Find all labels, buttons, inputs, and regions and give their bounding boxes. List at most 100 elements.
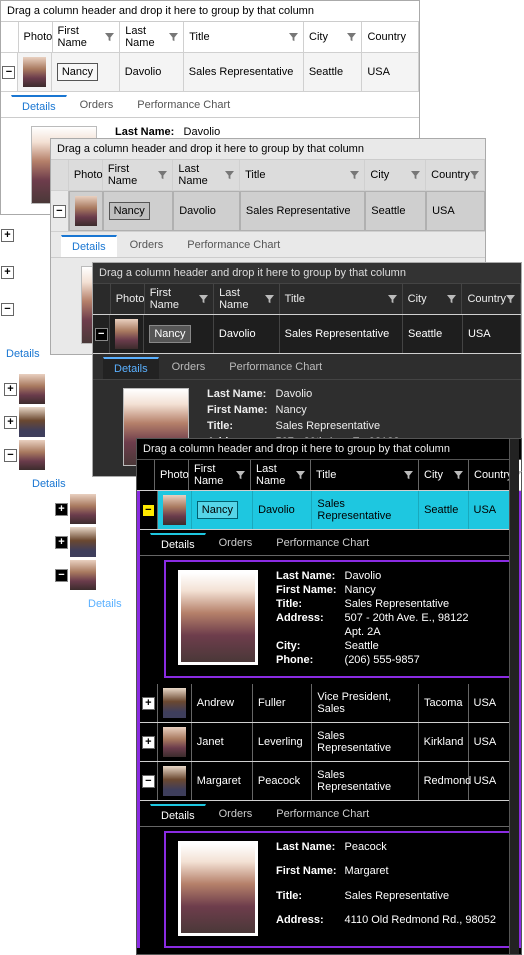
col-photo[interactable]: Photo <box>69 160 103 190</box>
col-photo[interactable]: Photo <box>111 284 145 314</box>
column-headers: Photo First Name Last Name Title City Co… <box>137 460 521 491</box>
filter-icon[interactable] <box>447 295 456 304</box>
expand-toggle[interactable]: + <box>1 266 14 279</box>
table-row[interactable]: − Nancy Davolio Sales Representative Sea… <box>140 491 518 530</box>
col-country[interactable]: Country <box>362 22 419 52</box>
table-row[interactable]: − Nancy Davolio Sales Representative Sea… <box>1 53 419 92</box>
col-first-name[interactable]: First Name <box>145 284 214 314</box>
tab-details[interactable]: Details <box>0 344 46 364</box>
filter-icon[interactable] <box>105 33 114 42</box>
cell-last-name: Peacock <box>253 762 312 800</box>
filter-icon[interactable] <box>411 171 420 180</box>
tab-details[interactable]: Details <box>150 533 206 555</box>
col-last-name[interactable]: Last Name <box>251 460 311 490</box>
expand-toggle[interactable]: − <box>140 762 158 800</box>
table-row[interactable]: + Andrew Fuller Vice President, Sales Ta… <box>140 684 518 723</box>
expand-toggle[interactable]: − <box>93 315 110 353</box>
expand-toggle[interactable]: − <box>140 491 158 529</box>
table-row[interactable]: − Nancy Davolio Sales Representative Sea… <box>93 315 521 354</box>
label-first-name: First Name: <box>207 404 268 418</box>
col-first-name[interactable]: First Name <box>53 22 121 52</box>
cell-first-name[interactable]: Nancy <box>103 191 174 231</box>
group-hint[interactable]: Drag a column header and drop it here to… <box>1 1 419 22</box>
expand-toggle[interactable]: + <box>1 229 14 242</box>
tab-performance-chart[interactable]: Performance Chart <box>265 533 380 555</box>
tab-details[interactable]: Details <box>61 235 117 257</box>
expand-toggle[interactable]: + <box>140 723 158 761</box>
tab-details[interactable]: Details <box>32 478 66 490</box>
cell-title: Sales Representative <box>312 762 418 800</box>
tab-orders[interactable]: Orders <box>69 95 125 117</box>
col-title[interactable]: Title <box>184 22 304 52</box>
cell-country: USA <box>426 191 485 231</box>
tab-performance-chart[interactable]: Performance Chart <box>126 95 241 117</box>
tab-performance-chart[interactable]: Performance Chart <box>176 235 291 257</box>
filter-icon[interactable] <box>289 33 298 42</box>
filter-icon[interactable] <box>388 295 397 304</box>
filter-icon[interactable] <box>169 33 178 42</box>
col-first-name[interactable]: First Name <box>103 160 174 190</box>
filter-icon[interactable] <box>199 295 208 304</box>
tab-orders[interactable]: Orders <box>161 357 217 379</box>
filter-icon[interactable] <box>454 471 463 480</box>
table-row[interactable]: − Margaret Peacock Sales Representative … <box>140 762 518 801</box>
group-hint[interactable]: Drag a column header and drop it here to… <box>137 439 521 460</box>
detail-panel: Last Name:Peacock First Name:Margaret Ti… <box>166 833 510 946</box>
expand-toggle[interactable]: + <box>140 684 158 722</box>
col-country[interactable]: Country <box>426 160 485 190</box>
col-title[interactable]: Title <box>240 160 365 190</box>
col-city[interactable]: City <box>304 22 362 52</box>
col-country[interactable]: Country <box>462 284 521 314</box>
filter-icon[interactable] <box>265 295 274 304</box>
group-hint[interactable]: Drag a column header and drop it here to… <box>93 263 521 284</box>
col-last-name[interactable]: Last Name <box>173 160 240 190</box>
col-last-name[interactable]: Last Name <box>214 284 280 314</box>
group-hint[interactable]: Drag a column header and drop it here to… <box>51 139 485 160</box>
tab-details[interactable]: Details <box>88 598 122 610</box>
tab-performance-chart[interactable]: Performance Chart <box>265 804 380 826</box>
tab-orders[interactable]: Orders <box>119 235 175 257</box>
avatar-large <box>178 841 258 936</box>
expand-toggle[interactable]: − <box>1 53 18 91</box>
col-title[interactable]: Title <box>311 460 419 490</box>
label-first-name: First Name: <box>276 584 337 596</box>
col-photo[interactable]: Photo <box>155 460 189 490</box>
cell-first-name[interactable]: Nancy <box>52 53 120 91</box>
tab-details[interactable]: Details <box>150 804 206 826</box>
col-city[interactable]: City <box>365 160 426 190</box>
filter-icon[interactable] <box>236 471 245 480</box>
filter-icon[interactable] <box>347 33 356 42</box>
col-city[interactable]: City <box>403 284 463 314</box>
table-row[interactable]: + Janet Leverling Sales Representative K… <box>140 723 518 762</box>
filter-icon[interactable] <box>350 171 359 180</box>
filter-icon[interactable] <box>404 471 413 480</box>
cell-first-name[interactable]: Nancy <box>144 315 214 353</box>
scrollbar[interactable] <box>509 439 519 954</box>
filter-icon[interactable] <box>506 295 515 304</box>
cell-city: Seattle <box>403 315 463 353</box>
label-title: Title: <box>207 420 268 434</box>
expand-toggle[interactable]: − <box>51 191 69 231</box>
col-title[interactable]: Title <box>280 284 403 314</box>
cell-title: Sales Representative <box>312 491 419 529</box>
filter-icon[interactable] <box>158 171 167 180</box>
cell-first-name[interactable]: Nancy <box>192 491 253 529</box>
filter-icon[interactable] <box>470 171 479 180</box>
avatar-large <box>178 570 258 665</box>
tab-performance-chart[interactable]: Performance Chart <box>218 357 333 379</box>
tab-orders[interactable]: Orders <box>208 804 264 826</box>
col-first-name[interactable]: First Name <box>189 460 251 490</box>
col-city[interactable]: City <box>419 460 469 490</box>
table-row[interactable]: − Nancy Davolio Sales Representative Sea… <box>51 191 485 232</box>
value: Nancy <box>276 404 400 418</box>
tab-details[interactable]: Details <box>11 95 67 117</box>
col-photo[interactable]: Photo <box>19 22 53 52</box>
filter-icon[interactable] <box>225 171 234 180</box>
tab-details[interactable]: Details <box>103 357 159 379</box>
cell-city: Tacoma <box>419 684 469 722</box>
expand-toggle[interactable]: − <box>1 303 14 316</box>
cell-city: Redmond <box>419 762 469 800</box>
tab-orders[interactable]: Orders <box>208 533 264 555</box>
filter-icon[interactable] <box>296 471 305 480</box>
col-last-name[interactable]: Last Name <box>120 22 184 52</box>
